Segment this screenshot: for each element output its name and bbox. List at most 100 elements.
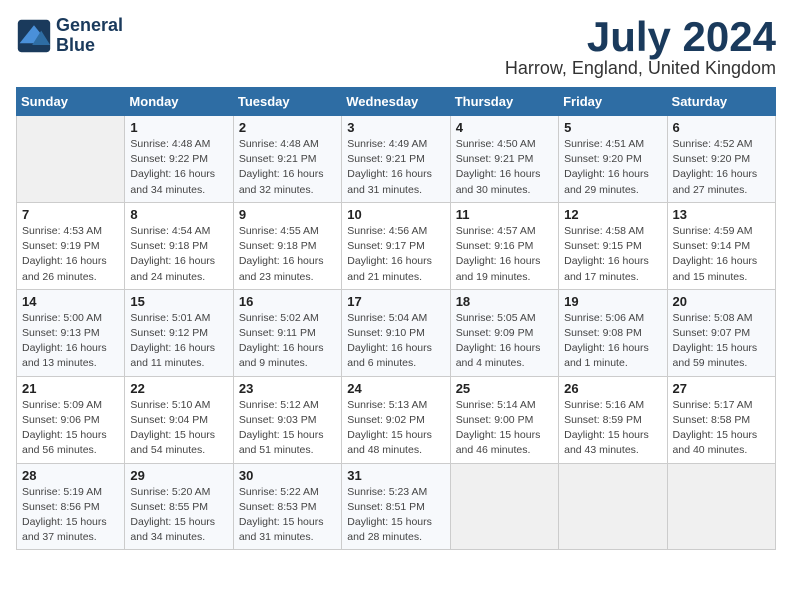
day-number: 18 [456, 294, 553, 309]
calendar-cell: 10 Sunrise: 4:56 AM Sunset: 9:17 PM Dayli… [342, 202, 450, 289]
calendar-cell: 20 Sunrise: 5:08 AM Sunset: 9:07 PM Dayli… [667, 289, 775, 376]
day-number: 3 [347, 120, 444, 135]
logo: General Blue [16, 16, 123, 56]
calendar-cell: 4 Sunrise: 4:50 AM Sunset: 9:21 PM Daylig… [450, 116, 558, 203]
day-info: Sunrise: 5:04 AM Sunset: 9:10 PM Dayligh… [347, 311, 444, 372]
day-info: Sunrise: 5:12 AM Sunset: 9:03 PM Dayligh… [239, 398, 336, 459]
day-info: Sunrise: 5:23 AM Sunset: 8:51 PM Dayligh… [347, 485, 444, 546]
header-day-tuesday: Tuesday [233, 88, 341, 116]
calendar-cell: 26 Sunrise: 5:16 AM Sunset: 8:59 PM Dayli… [559, 376, 667, 463]
day-info: Sunrise: 5:20 AM Sunset: 8:55 PM Dayligh… [130, 485, 227, 546]
calendar-cell: 29 Sunrise: 5:20 AM Sunset: 8:55 PM Dayli… [125, 463, 233, 550]
day-number: 17 [347, 294, 444, 309]
day-number: 19 [564, 294, 661, 309]
page-header: General Blue July 2024 Harrow, England, … [16, 16, 776, 79]
calendar-cell [667, 463, 775, 550]
day-number: 24 [347, 381, 444, 396]
day-number: 12 [564, 207, 661, 222]
day-number: 20 [673, 294, 770, 309]
day-info: Sunrise: 4:56 AM Sunset: 9:17 PM Dayligh… [347, 224, 444, 285]
day-number: 5 [564, 120, 661, 135]
calendar-cell: 8 Sunrise: 4:54 AM Sunset: 9:18 PM Daylig… [125, 202, 233, 289]
day-info: Sunrise: 5:16 AM Sunset: 8:59 PM Dayligh… [564, 398, 661, 459]
calendar-table: SundayMondayTuesdayWednesdayThursdayFrid… [16, 87, 776, 550]
day-info: Sunrise: 4:58 AM Sunset: 9:15 PM Dayligh… [564, 224, 661, 285]
day-number: 1 [130, 120, 227, 135]
calendar-cell: 7 Sunrise: 4:53 AM Sunset: 9:19 PM Daylig… [17, 202, 125, 289]
day-info: Sunrise: 5:10 AM Sunset: 9:04 PM Dayligh… [130, 398, 227, 459]
day-number: 31 [347, 468, 444, 483]
day-info: Sunrise: 4:55 AM Sunset: 9:18 PM Dayligh… [239, 224, 336, 285]
day-info: Sunrise: 5:13 AM Sunset: 9:02 PM Dayligh… [347, 398, 444, 459]
day-number: 7 [22, 207, 119, 222]
day-number: 13 [673, 207, 770, 222]
day-info: Sunrise: 5:08 AM Sunset: 9:07 PM Dayligh… [673, 311, 770, 372]
calendar-cell: 13Sunrise: 4:59 AM Sunset: 9:14 PM Dayli… [667, 202, 775, 289]
day-number: 8 [130, 207, 227, 222]
calendar-cell: 25 Sunrise: 5:14 AM Sunset: 9:00 PM Dayli… [450, 376, 558, 463]
day-number: 4 [456, 120, 553, 135]
calendar-cell: 22 Sunrise: 5:10 AM Sunset: 9:04 PM Dayli… [125, 376, 233, 463]
day-number: 6 [673, 120, 770, 135]
day-number: 9 [239, 207, 336, 222]
day-number: 16 [239, 294, 336, 309]
day-info: Sunrise: 4:49 AM Sunset: 9:21 PM Dayligh… [347, 137, 444, 198]
calendar-cell: 14 Sunrise: 5:00 AM Sunset: 9:13 PM Dayli… [17, 289, 125, 376]
day-info: Sunrise: 5:02 AM Sunset: 9:11 PM Dayligh… [239, 311, 336, 372]
day-number: 14 [22, 294, 119, 309]
day-number: 30 [239, 468, 336, 483]
calendar-cell: 23 Sunrise: 5:12 AM Sunset: 9:03 PM Dayli… [233, 376, 341, 463]
calendar-cell: 31 Sunrise: 5:23 AM Sunset: 8:51 PM Dayli… [342, 463, 450, 550]
calendar-week-row: 14 Sunrise: 5:00 AM Sunset: 9:13 PM Dayli… [17, 289, 776, 376]
title-section: July 2024 Harrow, England, United Kingdo… [505, 16, 776, 79]
header-day-sunday: Sunday [17, 88, 125, 116]
day-info: Sunrise: 4:50 AM Sunset: 9:21 PM Dayligh… [456, 137, 553, 198]
day-number: 15 [130, 294, 227, 309]
location-subtitle: Harrow, England, United Kingdom [505, 58, 776, 79]
calendar-cell: 17 Sunrise: 5:04 AM Sunset: 9:10 PM Dayli… [342, 289, 450, 376]
day-number: 28 [22, 468, 119, 483]
day-number: 22 [130, 381, 227, 396]
day-number: 23 [239, 381, 336, 396]
day-info: Sunrise: 4:52 AM Sunset: 9:20 PM Dayligh… [673, 137, 770, 198]
calendar-cell: 18 Sunrise: 5:05 AM Sunset: 9:09 PM Dayli… [450, 289, 558, 376]
day-info: Sunrise: 4:54 AM Sunset: 9:18 PM Dayligh… [130, 224, 227, 285]
day-info: Sunrise: 5:17 AM Sunset: 8:58 PM Dayligh… [673, 398, 770, 459]
day-number: 2 [239, 120, 336, 135]
day-info: Sunrise: 5:06 AM Sunset: 9:08 PM Dayligh… [564, 311, 661, 372]
calendar-cell: 3 Sunrise: 4:49 AM Sunset: 9:21 PM Daylig… [342, 116, 450, 203]
header-day-thursday: Thursday [450, 88, 558, 116]
calendar-cell: 9 Sunrise: 4:55 AM Sunset: 9:18 PM Daylig… [233, 202, 341, 289]
day-number: 25 [456, 381, 553, 396]
day-number: 11 [456, 207, 553, 222]
calendar-cell: 6 Sunrise: 4:52 AM Sunset: 9:20 PM Daylig… [667, 116, 775, 203]
calendar-cell: 30 Sunrise: 5:22 AM Sunset: 8:53 PM Dayli… [233, 463, 341, 550]
day-number: 21 [22, 381, 119, 396]
day-info: Sunrise: 5:00 AM Sunset: 9:13 PM Dayligh… [22, 311, 119, 372]
day-info: Sunrise: 5:22 AM Sunset: 8:53 PM Dayligh… [239, 485, 336, 546]
calendar-week-row: 7 Sunrise: 4:53 AM Sunset: 9:19 PM Daylig… [17, 202, 776, 289]
header-day-saturday: Saturday [667, 88, 775, 116]
day-info: Sunrise: 4:57 AM Sunset: 9:16 PM Dayligh… [456, 224, 553, 285]
calendar-cell: 1Sunrise: 4:48 AM Sunset: 9:22 PM Daylig… [125, 116, 233, 203]
calendar-cell: 28 Sunrise: 5:19 AM Sunset: 8:56 PM Dayli… [17, 463, 125, 550]
calendar-cell: 15 Sunrise: 5:01 AM Sunset: 9:12 PM Dayli… [125, 289, 233, 376]
calendar-cell: 2Sunrise: 4:48 AM Sunset: 9:21 PM Daylig… [233, 116, 341, 203]
calendar-cell: 21Sunrise: 5:09 AM Sunset: 9:06 PM Dayli… [17, 376, 125, 463]
day-number: 10 [347, 207, 444, 222]
day-number: 26 [564, 381, 661, 396]
calendar-cell: 16 Sunrise: 5:02 AM Sunset: 9:11 PM Dayli… [233, 289, 341, 376]
day-number: 27 [673, 381, 770, 396]
calendar-cell: 11 Sunrise: 4:57 AM Sunset: 9:16 PM Dayli… [450, 202, 558, 289]
calendar-week-row: 1Sunrise: 4:48 AM Sunset: 9:22 PM Daylig… [17, 116, 776, 203]
calendar-cell: 5Sunrise: 4:51 AM Sunset: 9:20 PM Daylig… [559, 116, 667, 203]
calendar-week-row: 21Sunrise: 5:09 AM Sunset: 9:06 PM Dayli… [17, 376, 776, 463]
day-info: Sunrise: 4:53 AM Sunset: 9:19 PM Dayligh… [22, 224, 119, 285]
calendar-cell [450, 463, 558, 550]
calendar-cell: 27 Sunrise: 5:17 AM Sunset: 8:58 PM Dayli… [667, 376, 775, 463]
day-info: Sunrise: 5:01 AM Sunset: 9:12 PM Dayligh… [130, 311, 227, 372]
day-info: Sunrise: 5:19 AM Sunset: 8:56 PM Dayligh… [22, 485, 119, 546]
day-number: 29 [130, 468, 227, 483]
day-info: Sunrise: 5:05 AM Sunset: 9:09 PM Dayligh… [456, 311, 553, 372]
day-info: Sunrise: 5:14 AM Sunset: 9:00 PM Dayligh… [456, 398, 553, 459]
